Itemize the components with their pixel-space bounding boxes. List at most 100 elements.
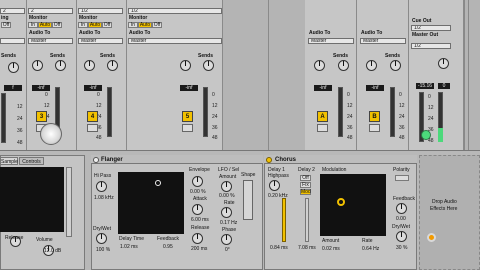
ch2-output-select[interactable]: Master (28, 38, 73, 44)
ch4-monitor-in[interactable]: In (128, 22, 138, 28)
mixer-divider (268, 0, 269, 150)
ret-b-tick-48: 48 (399, 135, 405, 141)
ret-b-sends-label: Sends (385, 53, 401, 59)
flanger-delay-time-value[interactable]: 1.02 ms (120, 245, 138, 250)
ch2-monitor-off[interactable]: Off (52, 22, 62, 28)
chorus-feedback-value: 0.00 (396, 216, 406, 222)
ch4-track-activator[interactable]: 5 (182, 111, 193, 122)
ret-a-send-b-knob[interactable] (338, 60, 349, 71)
ch2-send-b-knob[interactable] (55, 60, 66, 71)
flanger-hipass-value: 1.08 kHz (94, 195, 114, 201)
tab-controls[interactable]: Controls (19, 157, 44, 165)
ch4-monitor-off[interactable]: Off (152, 22, 162, 28)
chorus-drywet-knob[interactable] (396, 231, 407, 242)
ret-a-solo-button[interactable] (317, 124, 328, 132)
chorus-delay1-slider[interactable] (282, 198, 286, 242)
ret-b-tick-24: 24 (399, 114, 405, 120)
ch4-monitor-auto[interactable]: Auto (138, 22, 152, 28)
ch4-input-select[interactable]: 1/2 (128, 8, 222, 14)
chorus-rate-value[interactable]: 0.64 Hz (362, 247, 379, 252)
chorus-feedback-knob[interactable] (396, 203, 407, 214)
ret-b-solo-button[interactable] (369, 124, 380, 132)
flanger-release-knob[interactable] (192, 233, 203, 244)
ch2-monitor-auto[interactable]: Auto (38, 22, 52, 28)
ret-a-tick-12: 12 (347, 103, 353, 109)
ch1-monitor-off[interactable]: Off (1, 22, 11, 28)
flanger-attack-knob[interactable] (192, 204, 203, 215)
ret-b-track-activator[interactable]: B (369, 111, 380, 122)
ret-a-track-activator[interactable]: A (317, 111, 328, 122)
master-scrollbar[interactable] (464, 0, 480, 150)
flanger-rate-value: 0.17 Hz (220, 220, 238, 226)
left-volume-label: Volume (36, 237, 53, 243)
ch3-monitor-auto[interactable]: Auto (88, 22, 102, 28)
drop-effects-zone[interactable] (419, 155, 480, 270)
ch2-send-a-knob[interactable] (32, 60, 43, 71)
chorus-modulation-label: Modulation (322, 167, 347, 173)
flanger-drywet-knob[interactable] (96, 233, 107, 244)
ch3-solo-button[interactable] (87, 124, 98, 132)
left-device-slider[interactable] (66, 167, 72, 237)
ch4-send-b-knob[interactable] (203, 60, 214, 71)
record-indicator-icon[interactable] (427, 233, 436, 242)
ret-b-send-b-knob[interactable] (390, 60, 401, 71)
tab-sample[interactable]: Sample (0, 157, 18, 165)
ch3-monitor-off[interactable]: Off (102, 22, 112, 28)
chorus-delay2-off[interactable]: Off (300, 175, 311, 181)
ch1-tick-12: 12 (17, 104, 23, 110)
flanger-attack-label: Attack (193, 196, 207, 202)
ch4-send-a-knob[interactable] (180, 60, 191, 71)
ch1-meter (1, 93, 6, 143)
ch3-vol-display: -inf (84, 85, 102, 91)
ch3-output-select[interactable]: Master (78, 38, 123, 44)
ret-b-output-select[interactable]: Master (360, 38, 406, 44)
chorus-xy-pad[interactable] (320, 174, 386, 236)
ch1-input-select[interactable]: 2 (0, 8, 25, 14)
chorus-delay2-slider[interactable] (305, 198, 309, 242)
ch4-solo-button[interactable] (182, 124, 193, 132)
ch2-input-select[interactable]: 2 (28, 8, 73, 14)
ch3-monitor-in[interactable]: In (78, 22, 88, 28)
chorus-highpass-knob[interactable] (269, 180, 280, 191)
master-cue-button[interactable] (421, 130, 431, 140)
chorus-polarity-label: Polarity (393, 167, 410, 173)
ch2-track-activator[interactable]: 3 (36, 111, 47, 122)
left-device-display[interactable] (0, 167, 64, 232)
ret-a-send-a-knob[interactable] (314, 60, 325, 71)
flanger-shape-selector[interactable] (243, 180, 253, 220)
ch2-audio-to-label: Audio To (29, 30, 51, 36)
flanger-lfo-amount-knob[interactable] (221, 181, 232, 192)
ch4-output-select[interactable]: Master (128, 38, 222, 44)
master-out-select[interactable]: 1/2 (411, 43, 451, 49)
chorus-amount-value[interactable]: 0.02 ms (322, 247, 340, 252)
flanger-phase-knob[interactable] (221, 234, 232, 245)
ch1-send-knob[interactable] (8, 62, 19, 73)
ch1-output-select[interactable] (0, 38, 25, 44)
flanger-xy-handle[interactable] (155, 180, 161, 186)
ret-a-output-select[interactable]: Master (308, 38, 354, 44)
chorus-power-icon[interactable] (266, 157, 272, 163)
chorus-delay2-fix[interactable]: Fix (300, 182, 311, 188)
flanger-hipass-knob[interactable] (96, 181, 107, 192)
ret-b-meter (390, 87, 395, 137)
ch1-tick-24: 24 (17, 116, 23, 122)
flanger-feedback-value[interactable]: 0.95 (163, 245, 173, 250)
flanger-power-icon[interactable] (93, 157, 99, 163)
chorus-xy-handle[interactable] (337, 198, 345, 206)
ch2-tick-0: 0 (45, 92, 48, 98)
flanger-env-amount-knob[interactable] (192, 176, 203, 187)
ch3-send-a-knob[interactable] (84, 60, 95, 71)
flanger-rate-knob[interactable] (221, 207, 232, 218)
cue-out-select[interactable]: 1/2 (411, 25, 451, 31)
ch2-arm-button[interactable] (40, 123, 62, 145)
chorus-polarity-button[interactable] (395, 175, 409, 181)
ret-b-send-a-knob[interactable] (366, 60, 377, 71)
ch3-input-select[interactable]: 1/2 (78, 8, 123, 14)
ch2-monitor-in[interactable]: In (28, 22, 38, 28)
flanger-xy-pad[interactable] (118, 172, 184, 234)
flanger-attack-value: 6.00 ms (191, 217, 209, 223)
chorus-delay2-mod[interactable]: Mod (300, 189, 311, 195)
ch3-track-activator[interactable]: 4 (87, 111, 98, 122)
ch3-send-b-knob[interactable] (107, 60, 118, 71)
master-pan-knob[interactable] (438, 58, 449, 69)
